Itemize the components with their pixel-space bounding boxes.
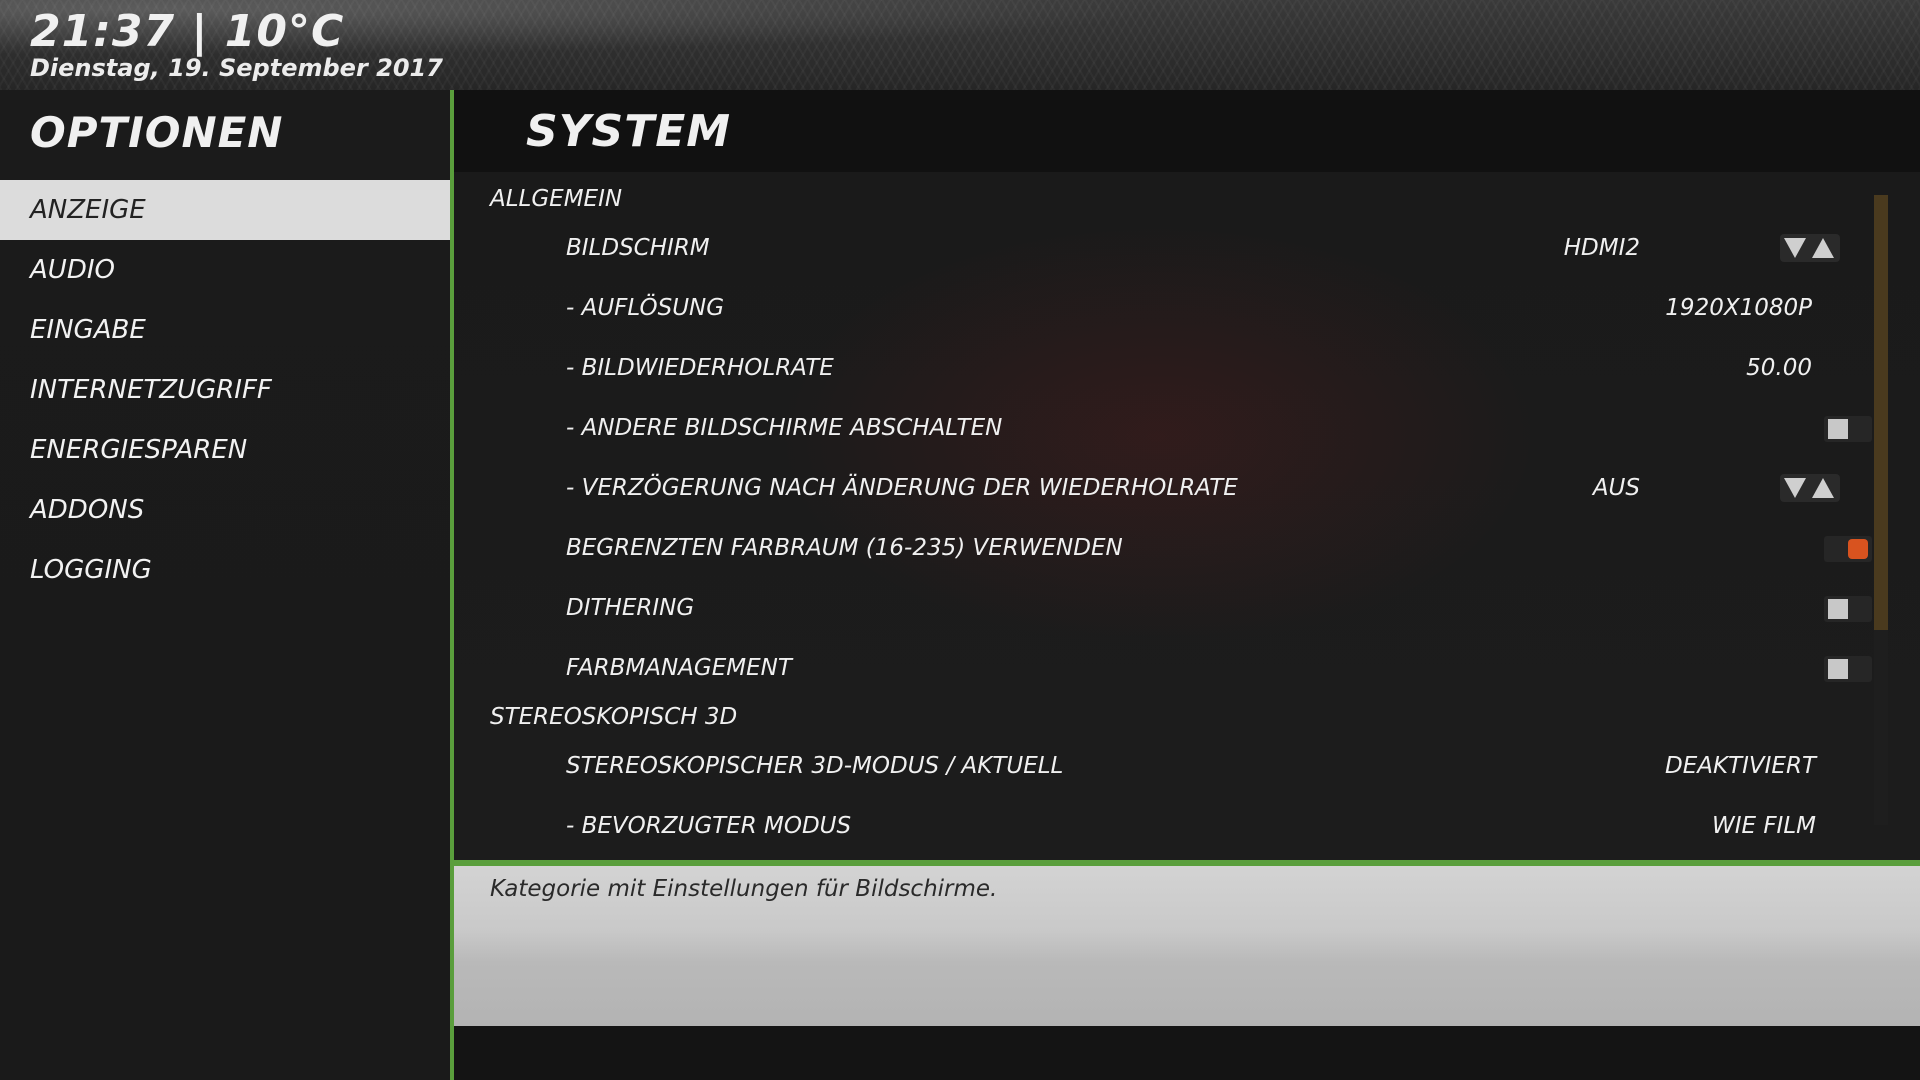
sidebar-item-energiesparen[interactable]: ENERGIESPAREN [0,420,450,480]
toggle-switch[interactable] [1824,416,1872,442]
sidebar-item-anzeige[interactable]: ANZEIGE [0,180,450,240]
setting-label: - VERZÖGERUNG NACH ÄNDERUNG DER WIEDERHO… [566,475,1238,501]
setting-row-bildwiederholrate[interactable]: - BILDWIEDERHOLRATE 50.00 [454,338,1854,398]
setting-label: - BEVORZUGTER MODUS [566,813,852,839]
panel-header: SYSTEM [454,90,1920,172]
setting-row-farbraum[interactable]: BEGRENZTEN FARBRAUM (16-235) VERWENDEN [454,518,1872,578]
description-text: Kategorie mit Einstellungen für Bildschi… [490,876,998,902]
setting-label: STEREOSKOPISCHER 3D-MODUS / AKTUELL [566,753,1064,779]
sidebar-item-audio[interactable]: AUDIO [0,240,450,300]
description-panel: Kategorie mit Einstellungen für Bildschi… [454,866,1920,1026]
sidebar-item-eingabe[interactable]: EINGABE [0,300,450,360]
arrow-down-icon[interactable] [1784,238,1806,258]
setting-value: 1920X1080P [1665,295,1812,321]
scrollbar-thumb[interactable] [1874,195,1888,630]
setting-row-farbmanagement[interactable]: FARBMANAGEMENT [454,638,1872,698]
top-bar: 21:37 | 10°C Dienstag, 19. September 201… [0,0,1920,90]
setting-label: DITHERING [566,595,695,621]
toggle-switch[interactable] [1824,656,1872,682]
sidebar: OPTIONEN ANZEIGE AUDIO EINGABE INTERNETZ… [0,90,450,1080]
setting-label: - BILDWIEDERHOLRATE [566,355,834,381]
setting-value: 50.00 [1746,355,1812,381]
setting-value: HDMI2 [1563,235,1640,261]
setting-row-andere-bildschirme[interactable]: - ANDERE BILDSCHIRME ABSCHALTEN [454,398,1872,458]
setting-label: FARBMANAGEMENT [566,655,792,681]
value-spinner[interactable] [1780,234,1840,262]
sidebar-title: OPTIONEN [30,108,284,157]
clock-weather: 21:37 | 10°C [30,6,345,57]
setting-row-bevorzugter-modus[interactable]: - BEVORZUGTER MODUS WIE FILM [454,796,1854,856]
toggle-knob [1828,419,1848,439]
date-label: Dienstag, 19. September 2017 [30,54,443,82]
setting-label: BILDSCHIRM [566,235,710,261]
setting-label: - AUFLÖSUNG [566,295,725,321]
settings-panel: SYSTEM ALLGEMEIN BILDSCHIRM HDMI2 - AUFL… [454,90,1920,860]
sidebar-item-internetzugriff[interactable]: INTERNETZUGRIFF [0,360,450,420]
setting-row-aufloesung[interactable]: - AUFLÖSUNG 1920X1080P [454,278,1854,338]
setting-row-dithering[interactable]: DITHERING [454,578,1872,638]
sidebar-item-addons[interactable]: ADDONS [0,480,450,540]
toggle-switch[interactable] [1824,536,1872,562]
sidebar-item-logging[interactable]: LOGGING [0,540,450,600]
setting-label: - ANDERE BILDSCHIRME ABSCHALTEN [566,415,1003,441]
setting-value: DEAKTIVIERT [1665,753,1816,779]
toggle-switch[interactable] [1824,596,1872,622]
bottom-strip [454,1026,1920,1080]
setting-value: WIE FILM [1711,813,1816,839]
setting-row-3d-modus[interactable]: STEREOSKOPISCHER 3D-MODUS / AKTUELL DEAK… [454,736,1854,796]
arrow-up-icon[interactable] [1812,238,1834,258]
section-header-stereoskopisch: STEREOSKOPISCH 3D [490,704,738,730]
value-spinner[interactable] [1780,474,1840,502]
toggle-knob [1828,599,1848,619]
page-title: SYSTEM [526,106,732,157]
arrow-up-icon[interactable] [1812,478,1834,498]
section-header-allgemein: ALLGEMEIN [490,186,623,212]
setting-row-verzoegerung[interactable]: - VERZÖGERUNG NACH ÄNDERUNG DER WIEDERHO… [454,458,1854,518]
setting-label: BEGRENZTEN FARBRAUM (16-235) VERWENDEN [566,535,1123,561]
arrow-down-icon[interactable] [1784,478,1806,498]
setting-value: AUS [1592,475,1640,501]
scrollbar[interactable] [1874,195,1888,825]
setting-row-bildschirm[interactable]: BILDSCHIRM HDMI2 [454,218,1854,278]
toggle-knob [1848,539,1868,559]
toggle-knob [1828,659,1848,679]
